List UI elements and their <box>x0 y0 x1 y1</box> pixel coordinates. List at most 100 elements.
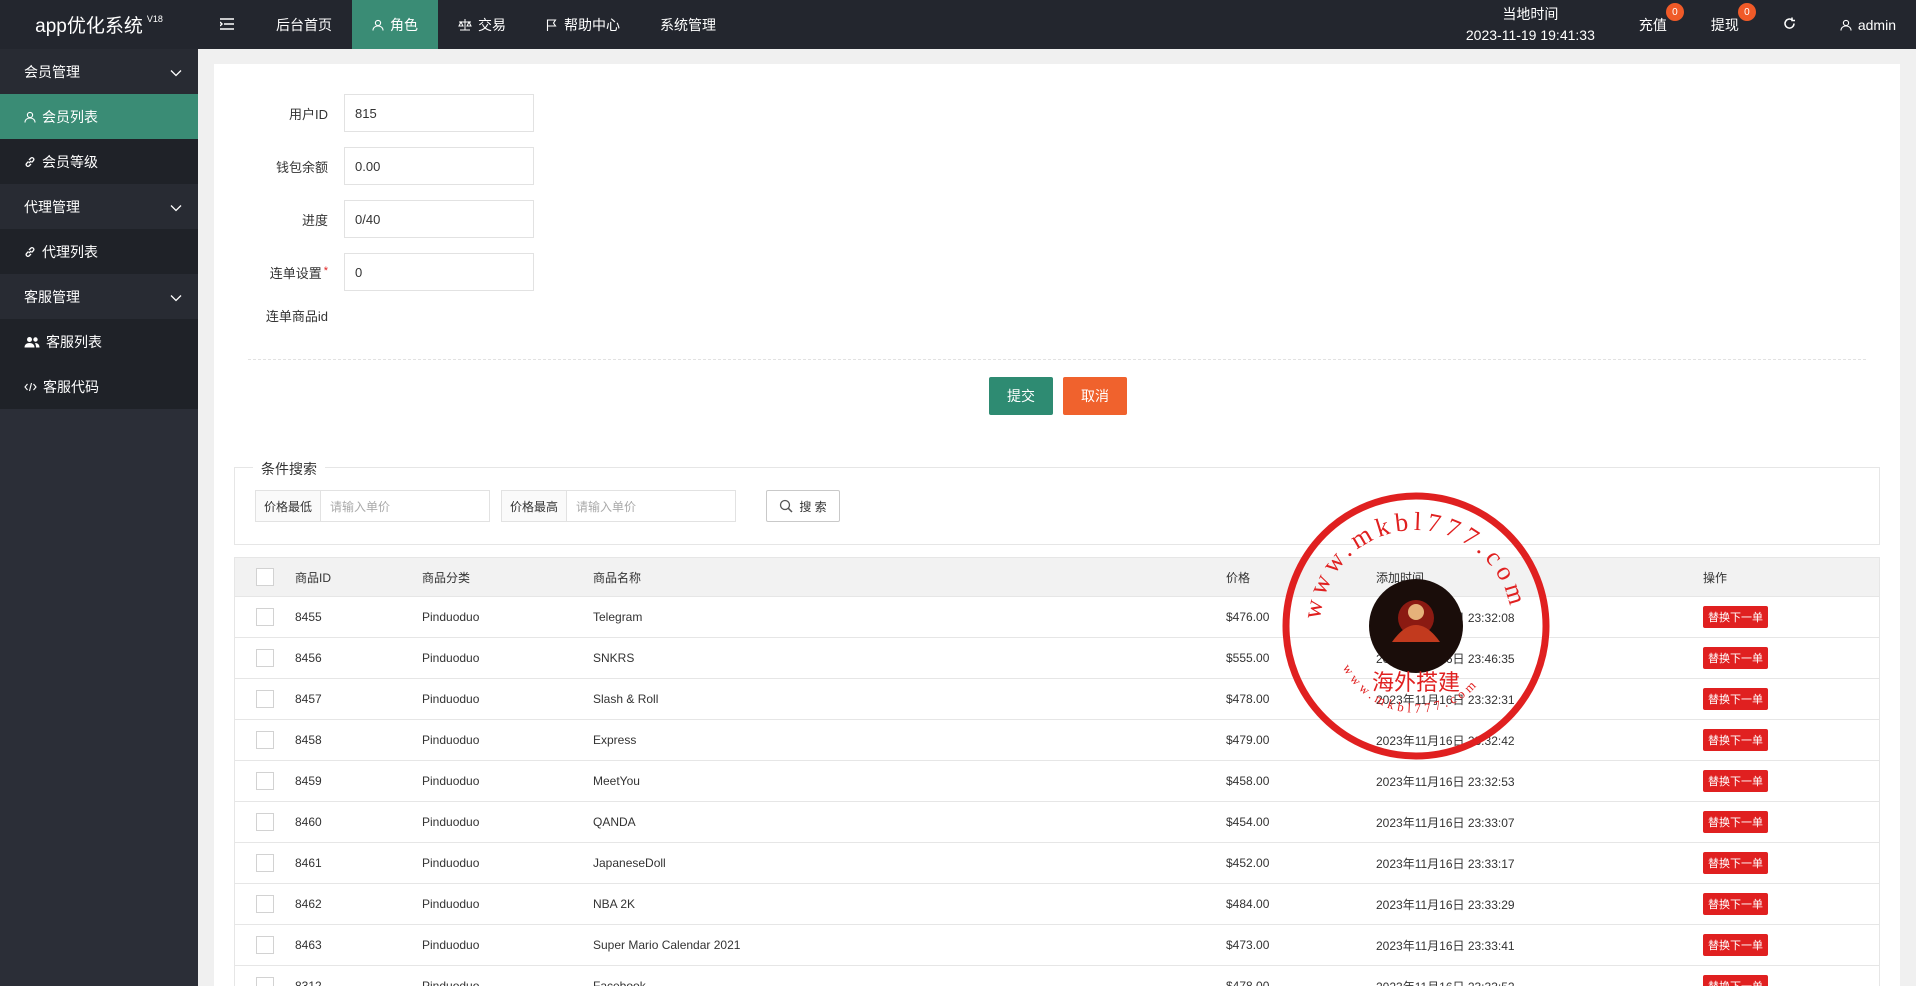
sidebar-item-support-code[interactable]: 客服代码 <box>0 364 198 409</box>
withdraw-button[interactable]: 提现 0 <box>1689 0 1761 49</box>
cell-id: 8312 <box>295 979 322 986</box>
app-version: V18 <box>146 13 163 24</box>
search-button-label: 搜 索 <box>799 499 827 514</box>
cell-price: $473.00 <box>1226 938 1270 952</box>
table-row: 8463 Pinduoduo Super Mario Calendar 2021 $4… <box>234 925 1880 966</box>
cell-category: Pinduoduo <box>422 856 480 870</box>
sidebar-item-label: 会员列表 <box>42 108 98 125</box>
replace-next-order-button[interactable]: 替换下一单 <box>1703 811 1768 833</box>
submit-button[interactable]: 提交 <box>989 377 1053 415</box>
nav-help[interactable]: 帮助中心 <box>526 0 640 49</box>
row-checkbox[interactable] <box>235 731 295 749</box>
replace-next-order-button[interactable]: 替换下一单 <box>1703 606 1768 628</box>
cell-op: 替换下一单 <box>1703 770 1879 792</box>
recharge-button[interactable]: 充值 0 <box>1617 0 1689 49</box>
cell-id: 8460 <box>295 815 322 829</box>
row-checkbox[interactable] <box>235 608 295 626</box>
row-checkbox[interactable] <box>235 813 295 831</box>
table-row: 8457 Pinduoduo Slash & Roll $478.00 2023年11月… <box>234 679 1880 720</box>
user-menu[interactable]: admin <box>1818 0 1916 49</box>
table-row: 8455 Pinduoduo Telegram $476.00 2023年11月16日 … <box>234 597 1880 638</box>
row-checkbox[interactable] <box>235 895 295 913</box>
replace-next-order-button[interactable]: 替换下一单 <box>1703 975 1768 986</box>
row-checkbox[interactable] <box>235 772 295 790</box>
header-name: 商品名称 <box>593 570 642 585</box>
replace-next-order-button[interactable]: 替换下一单 <box>1703 729 1768 751</box>
cell-id: 8456 <box>295 651 322 665</box>
cell-name: JapaneseDoll <box>593 856 666 870</box>
replace-next-order-button[interactable]: 替换下一单 <box>1703 647 1768 669</box>
combo-setting-field[interactable]: 0 <box>344 253 534 291</box>
select-all-checkbox[interactable] <box>235 568 295 586</box>
nav-trade[interactable]: 交易 <box>438 0 526 49</box>
cell-op: 替换下一单 <box>1703 688 1879 710</box>
wallet-label: 钱包余额 <box>275 159 328 175</box>
min-price-input[interactable]: 请输入单价 <box>321 491 489 521</box>
wallet-balance-field[interactable]: 0.00 <box>344 147 534 185</box>
row-checkbox[interactable] <box>235 690 295 708</box>
cell-price: $478.00 <box>1226 979 1270 986</box>
cell-price: $476.00 <box>1226 610 1270 624</box>
sidebar-group-label: 客服管理 <box>24 288 80 305</box>
withdraw-label: 提现 <box>1710 16 1739 33</box>
cell-price: $478.00 <box>1226 692 1270 706</box>
required-mark: * <box>323 264 328 277</box>
top-navigation-bar: app优化系统 V18 后台首页 角色 交易 帮助中心 系统管理 当地时间 202… <box>0 0 1916 49</box>
search-button[interactable]: 搜 索 <box>766 490 840 522</box>
cell-id: 8463 <box>295 938 322 952</box>
refresh-button[interactable] <box>1761 0 1818 49</box>
sidebar-group-support[interactable]: 客服管理 <box>0 274 198 319</box>
replace-next-order-button[interactable]: 替换下一单 <box>1703 934 1768 956</box>
form-row-combo-goods: 连单商品id <box>214 306 344 325</box>
withdraw-count-badge: 0 <box>1737 3 1756 21</box>
header-category: 商品分类 <box>422 570 471 585</box>
local-time: 当地时间 2023-11-19 19:41:33 <box>1444 0 1617 49</box>
sidebar-item-label: 客服列表 <box>46 333 102 350</box>
sidebar-toggle-button[interactable] <box>198 0 256 49</box>
cell-op: 替换下一单 <box>1703 934 1879 956</box>
balance-icon <box>458 18 472 31</box>
row-checkbox[interactable] <box>235 936 295 954</box>
max-price-input[interactable]: 请输入单价 <box>567 491 735 521</box>
cell-id: 8459 <box>295 774 322 788</box>
search-legend: 条件搜索 <box>253 459 325 479</box>
code-icon <box>24 382 37 392</box>
sidebar-item-member-level[interactable]: 会员等级 <box>0 139 198 184</box>
sidebar-item-support-list[interactable]: 客服列表 <box>0 319 198 364</box>
min-price-label: 价格最低 <box>256 491 322 521</box>
cell-time: 2023年11月16日 23:46:35 <box>1376 651 1515 666</box>
form-row-user-id: 用户ID 815 <box>214 94 534 132</box>
sidebar-group-members[interactable]: 会员管理 <box>0 49 198 94</box>
top-right-nav: 当地时间 2023-11-19 19:41:33 充值 0 提现 0 admin <box>1444 0 1916 49</box>
progress-field[interactable]: 0/40 <box>344 200 534 238</box>
row-checkbox[interactable] <box>235 649 295 667</box>
sidebar-item-agent-list[interactable]: 代理列表 <box>0 229 198 274</box>
cell-price: $484.00 <box>1226 897 1270 911</box>
replace-next-order-button[interactable]: 替换下一单 <box>1703 893 1768 915</box>
cancel-button[interactable]: 取消 <box>1063 377 1127 415</box>
search-icon <box>779 499 793 513</box>
nav-role[interactable]: 角色 <box>352 0 438 49</box>
app-logo[interactable]: app优化系统 V18 <box>0 0 198 49</box>
link-icon <box>24 156 36 168</box>
nav-home[interactable]: 后台首页 <box>256 0 352 49</box>
cell-category: Pinduoduo <box>422 938 480 952</box>
cell-category: Pinduoduo <box>422 733 480 747</box>
row-checkbox[interactable] <box>235 977 295 986</box>
sidebar-group-agents[interactable]: 代理管理 <box>0 184 198 229</box>
sidebar-item-label: 客服代码 <box>43 378 99 395</box>
replace-next-order-button[interactable]: 替换下一单 <box>1703 770 1768 792</box>
divider <box>248 359 1866 360</box>
row-checkbox[interactable] <box>235 854 295 872</box>
combo-label-wrap: 连单设置 * <box>214 263 344 282</box>
replace-next-order-button[interactable]: 替换下一单 <box>1703 852 1768 874</box>
nav-system[interactable]: 系统管理 <box>640 0 736 49</box>
table-row: 8458 Pinduoduo Express $479.00 2023年11月16日 2… <box>234 720 1880 761</box>
cell-price: $454.00 <box>1226 815 1270 829</box>
cell-category: Pinduoduo <box>422 774 480 788</box>
sidebar-item-member-list[interactable]: 会员列表 <box>0 94 198 139</box>
cell-id: 8461 <box>295 856 322 870</box>
replace-next-order-button[interactable]: 替换下一单 <box>1703 688 1768 710</box>
user-id-field[interactable]: 815 <box>344 94 534 132</box>
max-price-box: 价格最高 请输入单价 <box>501 490 737 522</box>
